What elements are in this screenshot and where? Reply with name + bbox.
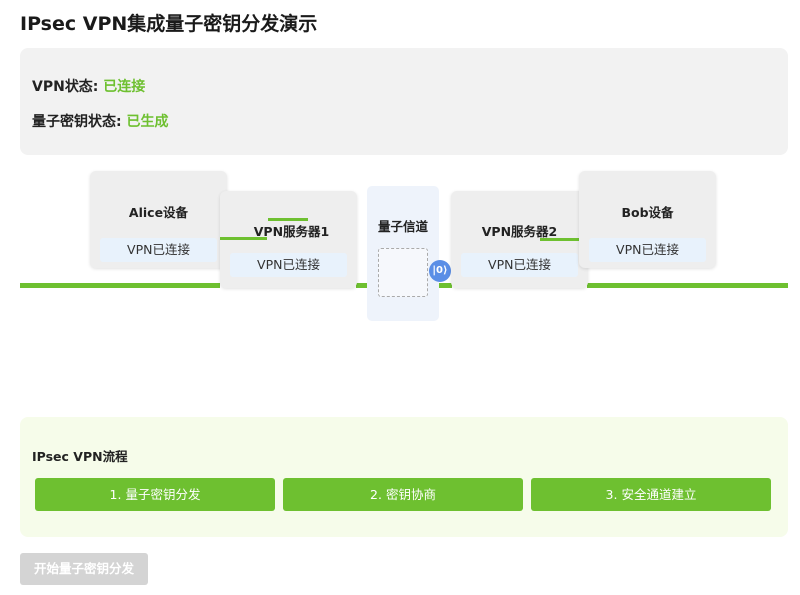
bob-device-name: Bob设备 xyxy=(621,205,674,220)
flow-title: IPsec VPN流程 xyxy=(32,449,128,464)
quantum-channel: 量子信道 xyxy=(367,186,439,321)
alice-status-badge: VPN已连接 xyxy=(100,238,217,262)
connection-line-right xyxy=(587,283,788,288)
key-status: 量子密钥状态: 已生成 xyxy=(32,111,168,131)
photon-icon: |0⟩ xyxy=(429,260,451,282)
status-panel: VPN状态: 已连接 量子密钥状态: 已生成 xyxy=(20,48,788,155)
key-status-label: 量子密钥状态: xyxy=(32,114,122,130)
alice-device: Alice设备 VPN已连接 xyxy=(90,171,227,268)
connection-line-left xyxy=(20,283,220,288)
vpn-status-label: VPN状态: xyxy=(32,79,99,95)
server1-link-accent xyxy=(220,237,267,240)
vpn-server-1-status-badge: VPN已连接 xyxy=(230,253,347,277)
connection-line-mid-right xyxy=(438,283,452,288)
network-diagram: Alice设备 VPN已连接 VPN服务器1 VPN已连接 量子信道 |0⟩ V… xyxy=(0,165,800,335)
page-title: IPsec VPN集成量子密钥分发演示 xyxy=(20,13,318,35)
vpn-status: VPN状态: 已连接 xyxy=(32,76,145,96)
key-status-value: 已生成 xyxy=(126,114,169,130)
vpn-flow-panel: IPsec VPN流程 1. 量子密钥分发 2. 密钥协商 3. 安全通道建立 xyxy=(20,417,788,537)
quantum-channel-name: 量子信道 xyxy=(377,219,428,234)
alice-device-name: Alice设备 xyxy=(128,205,189,220)
vpn-status-value: 已连接 xyxy=(103,79,146,95)
quantum-state-box xyxy=(378,248,428,297)
bob-status-badge: VPN已连接 xyxy=(589,238,706,262)
vpn-server-2-status-badge: VPN已连接 xyxy=(461,253,578,277)
flow-step-secure-channel: 3. 安全通道建立 xyxy=(531,478,771,511)
bob-device: Bob设备 VPN已连接 xyxy=(579,171,716,268)
flow-step-key-negotiation: 2. 密钥协商 xyxy=(283,478,523,511)
start-qkd-button[interactable]: 开始量子密钥分发 xyxy=(20,553,148,585)
server1-title-accent xyxy=(268,218,308,221)
flow-step-qkd: 1. 量子密钥分发 xyxy=(35,478,275,511)
